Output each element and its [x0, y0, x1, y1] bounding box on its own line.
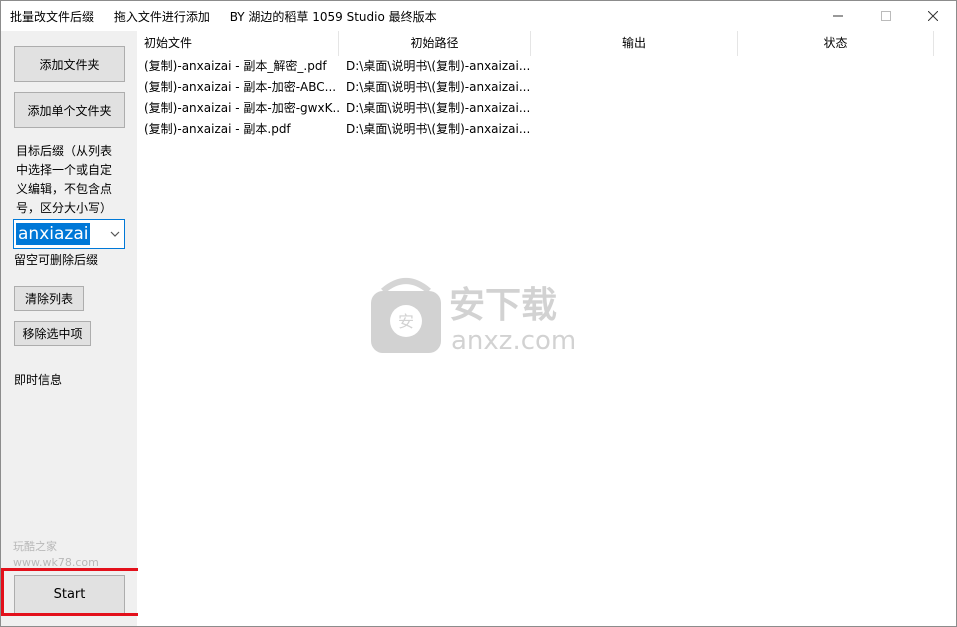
- window-title: 批量改文件后缀 拖入文件进行添加 BY 湖边的稻草 1059 Studio 最终…: [10, 8, 453, 25]
- empty-suffix-hint: 留空可删除后缀: [14, 253, 99, 267]
- column-header-path[interactable]: 初始路径: [339, 31, 531, 56]
- title-author: BY 湖边的稻草 1059 Studio 最终版本: [229, 10, 437, 24]
- cell-path: D:\桌面\说明书\(复制)-anxaizai...: [346, 59, 531, 73]
- title-app-name: 批量改文件后缀: [10, 10, 95, 24]
- table-row[interactable]: (复制)-anxaizai - 副本.pdf D:\桌面\说明书\(复制)-an…: [138, 119, 538, 140]
- watermark-badge-text: 安: [398, 312, 414, 331]
- cell-path: D:\桌面\说明书\(复制)-anxaizai...: [346, 122, 531, 136]
- watermark-en-text: anxz.com: [451, 326, 576, 356]
- cell-file: (复制)-anxaizai - 副本.pdf: [144, 122, 291, 136]
- target-suffix-label-line: 义编辑，不包含点: [16, 182, 113, 196]
- start-button-highlight: [1, 568, 142, 616]
- watermark-cn-text: 安下载: [449, 285, 557, 326]
- close-icon: [928, 11, 938, 21]
- maximize-icon: [881, 11, 891, 21]
- column-header-status[interactable]: 状态: [738, 31, 934, 56]
- suffix-value[interactable]: anxiazai: [16, 223, 91, 245]
- cell-file: (复制)-anxaizai - 副本-加密-gwxK...: [144, 101, 339, 115]
- suffix-combobox[interactable]: anxiazai: [13, 219, 125, 249]
- maximize-button[interactable]: [863, 1, 909, 31]
- cell-file: (复制)-anxaizai - 副本_解密_.pdf: [144, 59, 327, 73]
- instant-info-label: 即时信息: [14, 373, 63, 387]
- cell-file: (复制)-anxaizai - 副本-加密-ABC...: [144, 80, 337, 94]
- cell-path: D:\桌面\说明书\(复制)-anxaizai...: [346, 101, 531, 115]
- column-header-file[interactable]: 初始文件: [138, 31, 339, 56]
- corner-watermark-line: 玩酷之家: [13, 540, 57, 553]
- close-button[interactable]: [910, 1, 956, 31]
- anxz-watermark-logo: 安 安下载 anxz.com: [371, 278, 576, 356]
- minimize-button[interactable]: [815, 1, 861, 31]
- target-suffix-label-line: 目标后缀（从列表: [16, 144, 113, 158]
- remove-selected-button[interactable]: 移除选中项: [14, 321, 91, 346]
- table-row[interactable]: (复制)-anxaizai - 副本-加密-gwxK... D:\桌面\说明书\…: [138, 98, 538, 119]
- target-suffix-label-line: 中选择一个或自定: [16, 163, 113, 177]
- add-single-folder-button[interactable]: 添加单个文件夹: [14, 92, 125, 128]
- corner-watermark: 玩酷之家 www.wk78.com: [13, 539, 99, 571]
- left-panel: 添加文件夹 添加单个文件夹 目标后缀（从列表 中选择一个或自定 义编辑，不包含点…: [1, 31, 142, 626]
- minimize-icon: [833, 15, 843, 17]
- title-drag-hint: 拖入文件进行添加: [113, 10, 210, 24]
- table-row[interactable]: (复制)-anxaizai - 副本_解密_.pdf D:\桌面\说明书\(复制…: [138, 56, 538, 77]
- target-suffix-label-line: 号，区分大小写）: [16, 201, 113, 215]
- add-folder-button[interactable]: 添加文件夹: [14, 46, 125, 82]
- chevron-down-icon[interactable]: [110, 229, 120, 239]
- clear-list-button[interactable]: 清除列表: [14, 286, 84, 311]
- target-suffix-label: 目标后缀（从列表 中选择一个或自定 义编辑，不包含点 号，区分大小写）: [16, 142, 112, 218]
- list-header: 初始文件 初始路径 输出 状态: [138, 31, 938, 56]
- table-row[interactable]: (复制)-anxaizai - 副本-加密-ABC... D:\桌面\说明书\(…: [138, 77, 538, 98]
- cell-path: D:\桌面\说明书\(复制)-anxaizai...: [346, 80, 531, 94]
- title-bar: 批量改文件后缀 拖入文件进行添加 BY 湖边的稻草 1059 Studio 最终…: [1, 1, 956, 31]
- app-window: 批量改文件后缀 拖入文件进行添加 BY 湖边的稻草 1059 Studio 最终…: [0, 0, 957, 627]
- column-header-output[interactable]: 输出: [531, 31, 738, 56]
